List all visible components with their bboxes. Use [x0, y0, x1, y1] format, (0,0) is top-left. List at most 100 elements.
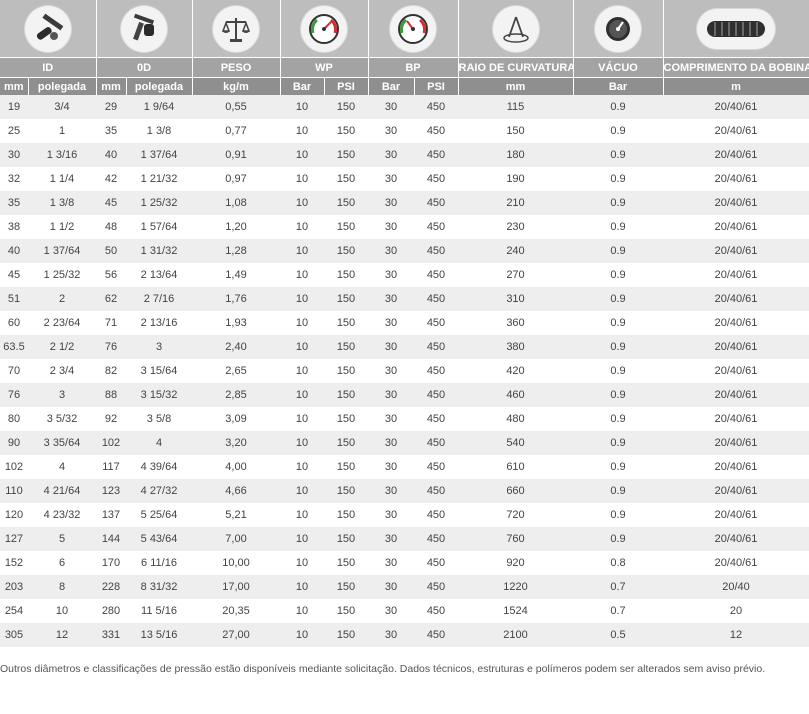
table-cell: 30 [368, 407, 414, 431]
table-cell: 450 [414, 527, 458, 551]
table-cell: 3 15/64 [126, 359, 192, 383]
icon-cell-raio [458, 0, 574, 58]
table-cell: 1 37/64 [28, 239, 96, 263]
table-cell: 10 [280, 383, 324, 407]
table-row: 38 1 1/2 48 1 57/64 1,20 10 150 30 450 230 0.9 20/4… [0, 215, 809, 239]
table-cell: 170 [96, 551, 126, 575]
table-cell: 30 [368, 167, 414, 191]
table-cell: 20/40/61 [663, 407, 809, 431]
table-cell: 40 [0, 239, 28, 263]
table-cell: 30 [368, 623, 414, 647]
table-cell: 27,00 [192, 623, 280, 647]
table-cell: 0.9 [573, 311, 663, 335]
table-cell: 450 [414, 167, 458, 191]
table-cell: 38 [0, 215, 28, 239]
table-cell: 610 [458, 455, 573, 479]
table-row: 305 12 331 13 5/16 27,00 10 150 30 450 2100 0.5 12 [0, 623, 809, 647]
table-cell: 92 [96, 407, 126, 431]
table-cell: 25 [0, 119, 28, 143]
table-cell: 150 [324, 311, 368, 335]
table-cell: 450 [414, 575, 458, 599]
table-cell: 8 [28, 575, 96, 599]
table-cell: 120 [0, 503, 28, 527]
table-cell: 20/40/61 [663, 263, 809, 287]
unit-cell: mm [458, 77, 574, 95]
table-row: 32 1 1/4 42 1 21/32 0,97 10 150 30 450 190 0.9 20/4… [0, 167, 809, 191]
table-cell: 150 [324, 335, 368, 359]
table-cell: 3 [28, 383, 96, 407]
table-cell: 62 [96, 287, 126, 311]
table-cell: 110 [0, 479, 28, 503]
table-cell: 150 [324, 119, 368, 143]
table-cell: 380 [458, 335, 573, 359]
table-cell: 2 [28, 287, 96, 311]
table-cell: 150 [458, 119, 573, 143]
table-cell: 40 [96, 143, 126, 167]
table-cell: 10 [280, 551, 324, 575]
table-cell: 920 [458, 551, 573, 575]
table-cell: 20/40/61 [663, 143, 809, 167]
table-cell: 30 [368, 239, 414, 263]
table-row: 60 2 23/64 71 2 13/16 1,93 10 150 30 450 360 0.9 20… [0, 311, 809, 335]
table-cell: 1 25/32 [126, 191, 192, 215]
table-cell: 20 [663, 599, 809, 623]
table-cell: 2 3/4 [28, 359, 96, 383]
table-cell: 20/40/61 [663, 287, 809, 311]
unit-cell: m [663, 77, 809, 95]
table-cell: 123 [96, 479, 126, 503]
table-cell: 360 [458, 311, 573, 335]
table-cell: 1 37/64 [126, 143, 192, 167]
unit-cell: Bar [573, 77, 664, 95]
table-cell: 5 43/64 [126, 527, 192, 551]
bend-radius-icon [492, 5, 539, 52]
table-cell: 10 [28, 599, 96, 623]
table-cell: 180 [458, 143, 573, 167]
table-cell: 280 [96, 599, 126, 623]
table-cell: 4,66 [192, 479, 280, 503]
table-row: 70 2 3/4 82 3 15/64 2,65 10 150 30 450 420 0.9 20/4… [0, 359, 809, 383]
table-cell: 0.9 [573, 431, 663, 455]
table-cell: 20/40/61 [663, 503, 809, 527]
table-cell: 1 31/32 [126, 239, 192, 263]
table-cell: 30 [368, 551, 414, 575]
hose-coil-icon [697, 8, 775, 49]
table-cell: 0.8 [573, 551, 663, 575]
table-cell: 450 [414, 263, 458, 287]
table-cell: 150 [324, 359, 368, 383]
table-cell: 150 [324, 143, 368, 167]
table-cell: 0,55 [192, 95, 280, 119]
table-cell: 2100 [458, 623, 573, 647]
table-row: 51 2 62 2 7/16 1,76 10 150 30 450 310 0.9 20/40/61 [0, 287, 809, 311]
table-cell: 150 [324, 527, 368, 551]
header-id: ID [0, 57, 97, 78]
table-cell: 0.9 [573, 335, 663, 359]
table-row: 25 1 35 1 3/8 0,77 10 150 30 450 150 0.9 20/40/61 [0, 119, 809, 143]
table-cell: 660 [458, 479, 573, 503]
table-cell: 10 [280, 287, 324, 311]
table-cell: 150 [324, 455, 368, 479]
table-cell: 30 [368, 575, 414, 599]
table-row: 102 4 117 4 39/64 4,00 10 150 30 450 610 0.9 20/40/… [0, 455, 809, 479]
table-cell: 203 [0, 575, 28, 599]
table-row: 76 3 88 3 15/32 2,85 10 150 30 450 460 0.9 20/40/61 [0, 383, 809, 407]
table-cell: 450 [414, 191, 458, 215]
table-cell: 80 [0, 407, 28, 431]
table-cell: 10 [280, 599, 324, 623]
table-body: 19 3/4 29 1 9/64 0,55 10 150 30 450 115 0.9 20/40/6… [0, 95, 809, 647]
table-cell: 20/40/61 [663, 383, 809, 407]
table-cell: 0.9 [573, 383, 663, 407]
table-cell: 152 [0, 551, 28, 575]
table-cell: 1524 [458, 599, 573, 623]
table-row: 120 4 23/32 137 5 25/64 5,21 10 150 30 450 720 0.9… [0, 503, 809, 527]
table-cell: 270 [458, 263, 573, 287]
table-cell: 0,91 [192, 143, 280, 167]
scale-icon [213, 5, 259, 52]
table-row: 127 5 144 5 43/64 7,00 10 150 30 450 760 0.9 20/40/… [0, 527, 809, 551]
table-cell: 0.7 [573, 575, 663, 599]
table-cell: 90 [0, 431, 28, 455]
table-row: 90 3 35/64 102 4 3,20 10 150 30 450 540 0.9 20/40/6… [0, 431, 809, 455]
table-cell: 30 [368, 503, 414, 527]
table-row: 35 1 3/8 45 1 25/32 1,08 10 150 30 450 210 0.9 20/4… [0, 191, 809, 215]
table-cell: 30 [368, 191, 414, 215]
table-cell: 540 [458, 431, 573, 455]
